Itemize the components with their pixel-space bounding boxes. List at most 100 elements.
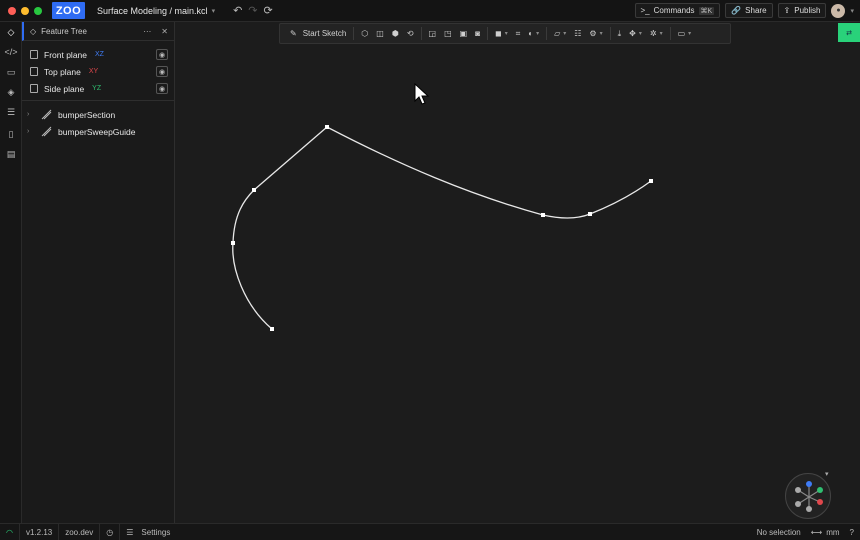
history-controls: ↶ ↷ ⟳ <box>233 4 273 17</box>
hole-icon[interactable]: ◙ <box>471 23 484 44</box>
mirror-icon[interactable]: ◐ ▾ <box>524 23 543 44</box>
settings-icon[interactable]: ✲ ▾ <box>646 23 667 44</box>
file-icon[interactable]: ▯ <box>0 124 22 144</box>
status-right: No selection ⟷ mm ? <box>757 528 854 537</box>
chevron-down-icon[interactable]: ▾ <box>850 7 854 15</box>
left-rail: ◇ </> ▭ ◈ ☰ ▯ ▤ <box>0 22 22 523</box>
divider <box>22 100 174 101</box>
titlebar-actions: >_ Commands ⌘K 🔗 Share ⇪ Publish ● ▾ <box>634 3 854 18</box>
import-icon[interactable]: ⤓ <box>614 23 626 44</box>
wifi-icon: ◠ <box>6 527 13 537</box>
window-controls <box>8 6 42 15</box>
upload-icon: ⇪ <box>783 6 791 15</box>
plane-icon <box>30 84 38 93</box>
terminal-icon: >_ <box>640 6 650 15</box>
axis-label: XZ <box>95 51 104 58</box>
close-window-button[interactable] <box>8 6 16 15</box>
feature-tree-header: ◇ Feature Tree ⋯ ✕ <box>22 22 174 41</box>
pencil-icon: ✎ <box>290 29 297 38</box>
refresh-icon[interactable]: ⟳ <box>264 4 273 17</box>
share-button[interactable]: 🔗 Share <box>725 3 773 18</box>
modeling-toolbar: ✎ Start Sketch ⬡ ◫ ⬢ ⟲ ◲ ◳ ▣ ◙ ◼ ▾ ⌗ ◐ ▾ ▱… <box>279 23 731 44</box>
ruler-icon: ⟷ <box>810 527 823 537</box>
axis-label: XY <box>88 68 99 75</box>
view-gizmo[interactable] <box>785 473 831 519</box>
docs-icon[interactable]: ▤ <box>0 144 22 164</box>
connection-status[interactable]: ◠ <box>0 524 19 540</box>
plane-icon[interactable]: ▱ ▾ <box>550 23 570 44</box>
toolbar-divider <box>487 27 489 40</box>
chevron-right-icon[interactable]: › <box>27 128 35 135</box>
toolbar-divider <box>420 27 422 40</box>
more-icon[interactable]: ⋯ <box>143 27 151 36</box>
network-status-icon[interactable]: ⇄ <box>838 23 860 42</box>
boolean-icon[interactable]: ◼ ▾ <box>491 23 512 44</box>
eye-icon[interactable]: ◉ <box>156 49 168 60</box>
eye-icon[interactable]: ◉ <box>156 66 168 77</box>
project-menu[interactable]: Surface Modeling / main.kcl ▾ <box>97 6 215 16</box>
units-selector[interactable]: ⟷ mm <box>811 528 840 537</box>
toolbar-divider <box>669 27 671 40</box>
eye-icon[interactable]: ◉ <box>156 83 168 94</box>
folder-icon[interactable]: ▭ <box>0 62 22 82</box>
avatar[interactable]: ● <box>831 3 846 18</box>
project-path: Surface Modeling / main.kcl <box>97 5 208 16</box>
tree-item-bumper-section[interactable]: › bumperSection <box>22 106 174 123</box>
gear-icon[interactable]: ⚙ ▾ <box>585 23 606 44</box>
split-icon[interactable]: ⌗ <box>512 23 525 44</box>
sketch-icon <box>41 109 52 120</box>
help-button[interactable]: ? <box>850 528 854 537</box>
tree-item-bumper-sweep-guide[interactable]: › bumperSweepGuide <box>22 123 174 140</box>
undo-icon[interactable]: ↶ <box>233 4 242 17</box>
zoom-window-button[interactable] <box>34 6 42 15</box>
chevron-down-icon: ▾ <box>211 7 216 15</box>
commands-shortcut: ⌘K <box>698 6 715 15</box>
toolbar-divider <box>546 27 548 40</box>
list-icon[interactable]: ☰ <box>0 102 22 122</box>
commands-button[interactable]: >_ Commands ⌘K <box>634 3 721 18</box>
pattern-icon[interactable]: ☷ <box>570 23 585 44</box>
version-label[interactable]: v1.2.13 <box>20 524 58 540</box>
chevron-right-icon[interactable]: › <box>27 111 35 118</box>
axis-gizmo-icon <box>795 481 823 512</box>
loft-icon[interactable]: ⬢ <box>388 23 403 44</box>
site-link[interactable]: zoo.dev <box>59 524 99 540</box>
sliders-icon: ☰ <box>126 527 134 537</box>
link-icon: 🔗 <box>731 6 742 15</box>
selection-status: No selection <box>756 527 801 537</box>
feature-tree-icon[interactable]: ◇ <box>0 22 22 42</box>
axis-label: YZ <box>92 85 102 92</box>
fillet-icon[interactable]: ◲ <box>425 23 441 44</box>
clock-icon[interactable]: ◷ <box>100 524 119 540</box>
zoo-logo[interactable]: ZOO <box>52 2 85 19</box>
toolbar-divider <box>609 27 611 40</box>
extrude-icon[interactable]: ⬡ <box>357 23 372 44</box>
close-icon[interactable]: ✕ <box>161 27 168 36</box>
title-bar: ZOO Surface Modeling / main.kcl ▾ ↶ ↷ ⟳ … <box>0 0 860 22</box>
plane-icon <box>30 67 38 76</box>
plane-row-top[interactable]: Top plane XY ◉ <box>22 63 174 80</box>
feature-tree-icon: ◇ <box>30 26 37 36</box>
shell-icon[interactable]: ▣ <box>456 23 472 44</box>
minimize-window-button[interactable] <box>21 6 29 15</box>
settings-button[interactable]: ☰ Settings <box>120 524 176 540</box>
toolbar-divider <box>353 27 355 40</box>
plane-row-side[interactable]: Side plane YZ ◉ <box>22 80 174 97</box>
sweep-icon[interactable]: ◫ <box>372 23 388 44</box>
layers-icon[interactable]: ◈ <box>0 82 22 102</box>
move-icon[interactable]: ✥ ▾ <box>625 23 646 44</box>
mouse-cursor-icon <box>414 83 430 105</box>
plane-icon <box>30 50 38 59</box>
feature-tree-title: Feature Tree <box>41 26 87 36</box>
sketch-icon <box>41 126 52 137</box>
redo-icon[interactable]: ↷ <box>248 4 257 17</box>
plane-row-front[interactable]: Front plane XZ ◉ <box>22 46 174 63</box>
revolve-icon[interactable]: ⟲ <box>403 23 418 44</box>
publish-button[interactable]: ⇪ Publish <box>777 3 827 18</box>
chamfer-icon[interactable]: ◳ <box>440 23 456 44</box>
status-bar: ◠ v1.2.13 zoo.dev ◷ ☰ Settings No select… <box>0 523 860 540</box>
3d-viewport[interactable] <box>176 22 860 523</box>
start-sketch-button[interactable]: ✎ Start Sketch <box>286 23 350 44</box>
code-icon[interactable]: </> <box>0 42 22 62</box>
view-icon[interactable]: ▭ ▾ <box>674 23 696 44</box>
